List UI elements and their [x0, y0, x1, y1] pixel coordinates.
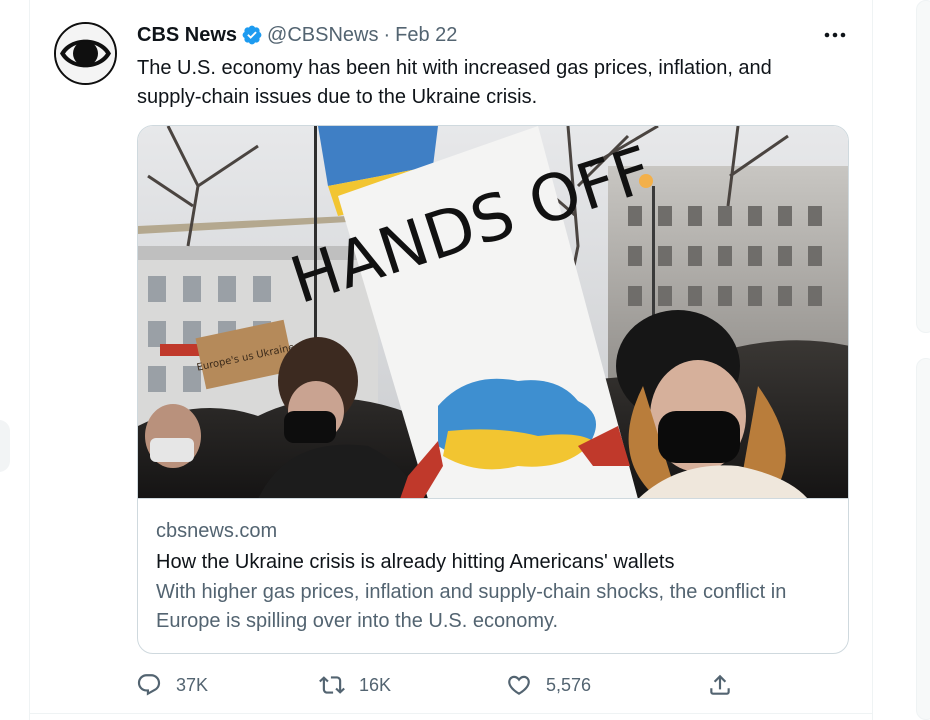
timeline-right-border — [872, 0, 873, 720]
more-options-button[interactable] — [821, 23, 849, 47]
card-domain: cbsnews.com — [156, 520, 278, 542]
share-button[interactable] — [705, 668, 735, 702]
tweet-actions: 37K 16K 5,576 — [134, 668, 746, 702]
link-card[interactable]: Europe's us Ukraine HANDS OFF cbsnews.co… — [137, 125, 849, 654]
handle[interactable]: @CBSNews — [267, 24, 378, 47]
avatar[interactable] — [54, 22, 117, 85]
share-icon — [705, 670, 735, 700]
reply-icon — [134, 670, 164, 700]
protest-photo: Europe's us Ukraine HANDS OFF — [138, 126, 848, 498]
retweet-icon — [317, 670, 347, 700]
sidebar-panel-bottom — [916, 358, 930, 720]
tweet-text: The U.S. economy has been hit with incre… — [137, 57, 772, 108]
reply-button[interactable]: 37K — [134, 668, 208, 702]
card-image[interactable]: Europe's us Ukraine HANDS OFF — [138, 126, 848, 499]
card-description: With higher gas prices, inflation and su… — [156, 581, 787, 632]
separator-dot: · — [383, 23, 391, 46]
tweet-header: CBS News @CBSNews · Feb 22 — [137, 22, 457, 48]
verified-badge-icon — [241, 24, 263, 46]
tweet[interactable]: CBS News @CBSNews · Feb 22 The U.S. econ… — [30, 0, 872, 713]
like-count: 5,576 — [546, 674, 592, 695]
sidebar-panel-top — [916, 0, 930, 333]
tweet-divider — [29, 713, 873, 714]
like-button[interactable]: 5,576 — [504, 668, 591, 702]
cbs-eye-logo-icon — [56, 24, 115, 83]
retweet-count: 16K — [359, 674, 392, 695]
card-title: How the Ukraine crisis is already hittin… — [156, 551, 675, 573]
heart-icon — [504, 670, 534, 700]
reply-count: 37K — [176, 674, 209, 695]
retweet-button[interactable]: 16K — [317, 668, 391, 702]
card-body[interactable]: cbsnews.com How the Ukraine crisis is al… — [138, 499, 848, 653]
more-dots-icon — [824, 32, 846, 38]
tweet-date[interactable]: Feb 22 — [395, 24, 457, 47]
left-edge-element — [0, 420, 10, 472]
display-name[interactable]: CBS News — [137, 24, 237, 47]
